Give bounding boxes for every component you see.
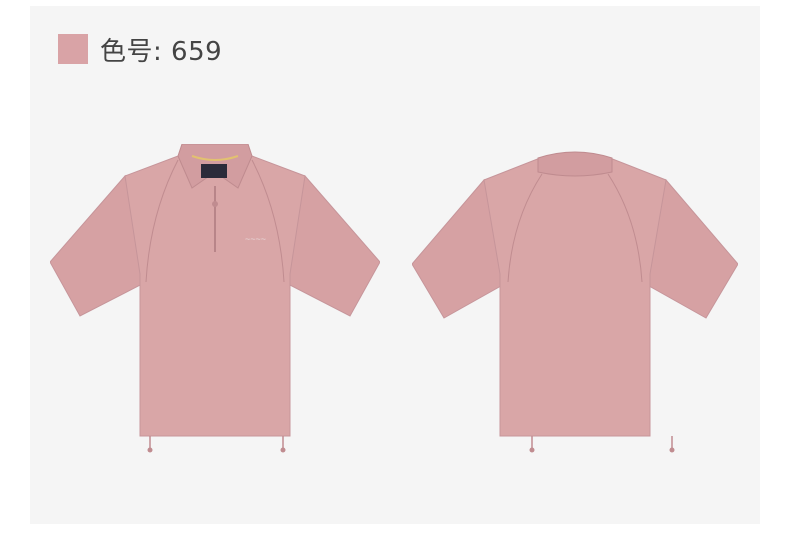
shirt-front-view: ~~~~ bbox=[50, 144, 380, 454]
color-swatch bbox=[58, 34, 88, 64]
shirt-front-illustration: ~~~~ bbox=[50, 144, 380, 453]
color-code-row: 色号: 659 bbox=[58, 32, 223, 67]
color-code-label: 色号: 659 bbox=[100, 36, 223, 67]
svg-text:~~~~: ~~~~ bbox=[245, 234, 266, 244]
shirt-back-illustration bbox=[412, 151, 738, 453]
shirt-back-view bbox=[412, 150, 738, 454]
product-image-canvas: 色号: 659 ~~~~ bbox=[30, 6, 760, 524]
